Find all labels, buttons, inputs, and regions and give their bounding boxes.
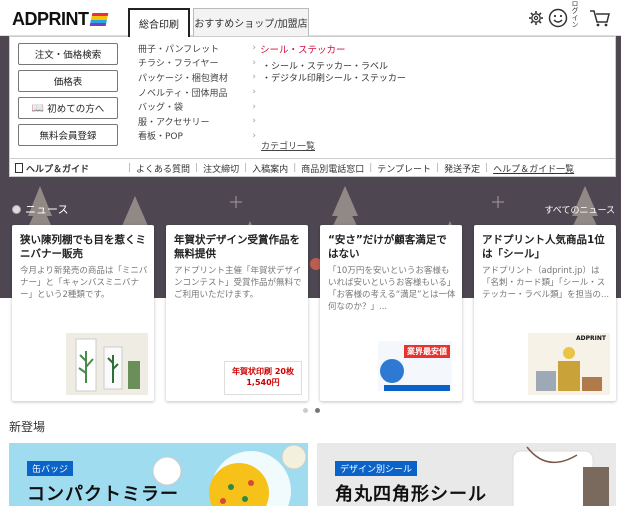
category-label: チラシ・フライヤー [138, 59, 219, 70]
category-label: ノベルティ・団体用品 [138, 88, 228, 99]
news-dot-icon [12, 204, 21, 214]
banner-tag: 缶バッジ [27, 461, 74, 476]
button-label: 初めての方へ [47, 104, 105, 115]
category-label: 看板・POP [138, 132, 183, 143]
first-time-guide-button[interactable]: 📖 初めての方へ [18, 97, 118, 119]
category-item[interactable]: バッグ・袋 › [138, 99, 256, 114]
chevron-right-icon: › [252, 116, 256, 127]
tab-label: おすすめショップ/加盟店 [194, 19, 308, 30]
category-label: バッグ・袋 [138, 103, 184, 114]
banner-tag: デザイン別シール [335, 461, 418, 476]
category-item[interactable]: 冊子・パンフレット › [138, 41, 256, 56]
mini-banner-photo [66, 333, 148, 395]
news-card-body: 今月より新発売の商品は「ミニバナー」と「キャンバスミニバナー」という2種類です。 [20, 266, 148, 300]
news-card[interactable]: 狭い陳列棚でも目を惹くミニバナー販売 今月より新発売の商品は「ミニバナー」と「キ… [12, 225, 154, 401]
banner-text: 業界最安値 [404, 345, 450, 358]
chevron-right-icon: › [252, 57, 256, 68]
category-label: パッケージ・梱包資材 [138, 73, 228, 84]
document-icon [15, 163, 23, 173]
carousel-dot-active[interactable] [315, 408, 320, 413]
category-item[interactable]: ノベルティ・団体用品 › [138, 85, 256, 100]
site-header: ADPRINT 総合印刷 おすすめショップ/加盟店 ログイン [0, 0, 621, 37]
help-link-faq[interactable]: よくある質問 [131, 162, 195, 175]
banner-title: コンパクトミラー [27, 484, 179, 505]
category-dropdown-panel: 注文・価格検索 価格表 📖 初めての方へ 無料会員登録 冊子・パンフレット › チ… [9, 36, 616, 177]
help-link-shipping[interactable]: 発送予定 [439, 162, 485, 175]
chevron-right-icon: › [252, 101, 256, 112]
new-arrivals-heading: 新登場 [9, 420, 46, 434]
logo-flag-icon [89, 13, 108, 26]
site-logo[interactable]: ADPRINT [12, 9, 108, 30]
category-item[interactable]: チラシ・フライヤー › [138, 56, 256, 71]
chevron-right-icon: › [252, 87, 256, 98]
help-link-deadline[interactable]: 注文締切 [198, 162, 244, 175]
news-card[interactable]: “安さ”だけが顧客満足ではない 「10万円を安いというお客様もいれば安いというお… [320, 225, 462, 401]
category-label: 冊子・パンフレット [138, 44, 220, 55]
tab-label: 総合印刷 [139, 20, 179, 31]
carousel-dots [303, 408, 320, 413]
cart-icon[interactable] [589, 8, 611, 32]
help-link-phone[interactable]: 商品別電話窓口 [296, 162, 369, 175]
lowest-price-banner: 業界最安値 [374, 333, 456, 395]
category-label: 服・アクセサリー [138, 117, 210, 128]
new-arrival-banner[interactable]: 缶バッジ コンパクトミラー [9, 443, 308, 506]
news-card-title: “安さ”だけが顧客満足ではない [328, 234, 447, 260]
logo-text: ADPRINT [12, 9, 89, 29]
help-link-all[interactable]: ヘルプ＆ガイド一覧 [488, 162, 579, 175]
help-guide-bar: ヘルプ＆ガイド | よくある質問 | 注文締切 | 入稿案内 | 商品別電話窓口… [10, 158, 615, 177]
news-card-title: 年賀状デザイン受賞作品を無料提供 [174, 234, 300, 260]
tab-recommended-shops[interactable]: おすすめショップ/加盟店 [193, 8, 309, 36]
order-price-search-button[interactable]: 注文・価格検索 [18, 43, 118, 65]
subcategory-title[interactable]: シール・ステッカー [260, 42, 346, 56]
chevron-right-icon: › [252, 43, 256, 54]
carousel-dot[interactable] [303, 408, 308, 413]
smiley-icon[interactable] [548, 8, 568, 32]
button-label: 価格表 [53, 77, 83, 88]
news-card-title: アドプリント人気商品1位は「シール」 [482, 234, 605, 260]
news-card-body: アドプリント（adprint.jp）は「名刺・カード類」「シール・ステッカー・ラ… [482, 266, 610, 300]
button-label: 無料会員登録 [39, 131, 97, 142]
popular-ranking-banner: ADPRINT [528, 333, 610, 395]
price-list-button[interactable]: 価格表 [18, 70, 118, 92]
gear-icon[interactable] [528, 10, 544, 30]
news-card-title: 狭い陳列棚でも目を惹くミニバナー販売 [20, 234, 146, 260]
category-item[interactable]: 看板・POP › [138, 129, 256, 144]
category-item[interactable]: 服・アクセサリー › [138, 114, 256, 129]
news-heading: ニュース [12, 201, 68, 217]
help-link-submission[interactable]: 入稿案内 [247, 162, 293, 175]
all-news-link[interactable]: すべてのニュース [544, 203, 615, 216]
login-label[interactable]: ログイン [569, 0, 579, 28]
news-title-text: ニュース [25, 203, 69, 216]
chevron-right-icon: › [252, 130, 256, 141]
news-card-body: 「10万円を安いというお客様もいれば安いというお客様もいる」「お客様の考える“満… [328, 266, 456, 312]
help-guide-title[interactable]: ヘルプ＆ガイド [10, 162, 128, 175]
tab-general-print[interactable]: 総合印刷 [128, 8, 190, 37]
new-arrival-banner[interactable]: デザイン別シール 角丸四角形シール [317, 443, 616, 506]
banner-text: ADPRINT [576, 335, 606, 342]
banner-title: 角丸四角形シール [335, 484, 487, 505]
category-list-link[interactable]: カテゴリ一覧 [261, 139, 315, 152]
help-title-text: ヘルプ＆ガイド [26, 164, 90, 175]
category-list: 冊子・パンフレット › チラシ・フライヤー › パッケージ・梱包資材 › ノベルティ・… [138, 41, 256, 143]
book-icon: 📖 [31, 102, 45, 114]
category-item[interactable]: パッケージ・梱包資材 › [138, 70, 256, 85]
button-label: 注文・価格検索 [34, 50, 102, 61]
banner-text: 年賀状印刷 20枚1,540円 [232, 367, 294, 387]
news-card-body: アドプリント主催「年賀状デザインコンテスト」受賞作品が無料でご利用いただけます。 [174, 266, 302, 300]
free-registration-button[interactable]: 無料会員登録 [18, 124, 118, 146]
subcategory-item[interactable]: ・デジタル印刷シール・ステッカー [262, 71, 406, 84]
news-card[interactable]: 年賀状デザイン受賞作品を無料提供 アドプリント主催「年賀状デザインコンテスト」受… [166, 225, 308, 401]
news-card[interactable]: アドプリント人気商品1位は「シール」 アドプリント（adprint.jp）は「名… [474, 225, 616, 401]
new-year-card-banner: 年賀状印刷 20枚1,540円 [224, 361, 302, 395]
chevron-right-icon: › [252, 72, 256, 83]
help-link-template[interactable]: テンプレート [372, 162, 436, 175]
